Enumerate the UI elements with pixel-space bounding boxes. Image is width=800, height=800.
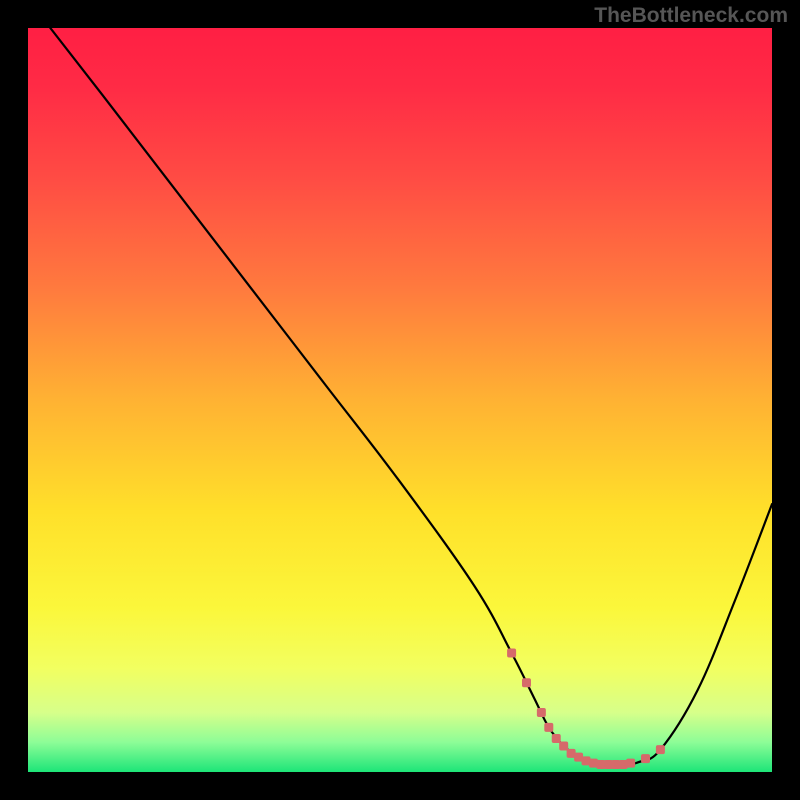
chart-marker (507, 648, 516, 657)
chart-marker (641, 754, 650, 763)
chart-svg (28, 28, 772, 772)
chart-plot-area (28, 28, 772, 772)
chart-marker (537, 708, 546, 717)
chart-marker (522, 678, 531, 687)
chart-background (28, 28, 772, 772)
chart-marker (656, 745, 665, 754)
chart-marker (544, 723, 553, 732)
watermark-text: TheBottleneck.com (594, 4, 788, 28)
chart-marker (552, 734, 561, 743)
chart-marker (626, 759, 635, 768)
chart-marker (559, 741, 568, 750)
